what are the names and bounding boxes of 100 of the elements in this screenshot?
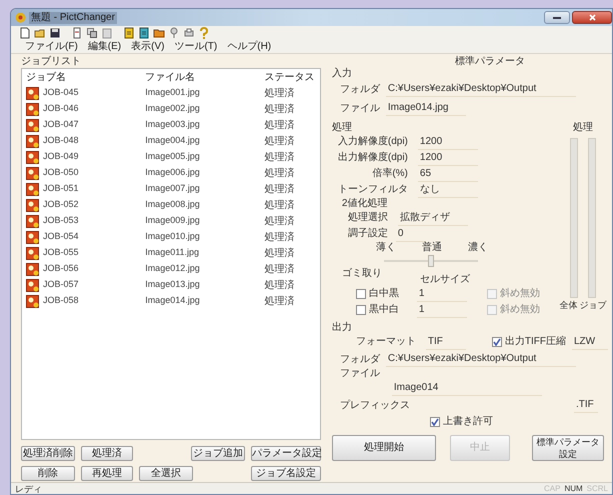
group-title: 標準パラメータ bbox=[454, 56, 525, 68]
minimize-button[interactable] bbox=[544, 11, 570, 24]
job-icon bbox=[26, 118, 39, 132]
menu-item[interactable]: 編集(E) bbox=[88, 40, 122, 52]
input-field[interactable]: 1200 bbox=[418, 134, 478, 150]
field-label: 入力解像度(dpi) bbox=[336, 135, 408, 149]
field-label: フォルダ bbox=[340, 82, 380, 96]
list-row[interactable]: JOB-045 Image001.jpg 処理済 bbox=[22, 85, 320, 101]
table-cell-text: Image013.jpg bbox=[145, 278, 201, 292]
menu-item[interactable]: 表示(V) bbox=[131, 40, 164, 52]
list-row[interactable]: JOB-049 Image005.jpg 処理済 bbox=[22, 149, 320, 165]
push-button[interactable]: 再処理 bbox=[81, 466, 133, 481]
minimize-icon bbox=[553, 16, 561, 20]
document-lines-icon[interactable] bbox=[138, 27, 150, 39]
table-cell-text: 処理済 bbox=[264, 182, 296, 196]
push-button[interactable]: 削除 bbox=[21, 466, 75, 481]
push-button[interactable]: パラメータ設定 bbox=[251, 446, 321, 461]
table-cell-text: JOB-058 bbox=[43, 294, 79, 308]
slider-thumb[interactable] bbox=[428, 255, 434, 267]
list-row[interactable]: JOB-051 Image007.jpg 処理済 bbox=[22, 181, 320, 197]
notes-icon[interactable] bbox=[123, 27, 135, 39]
push-button[interactable]: 処理済 bbox=[81, 446, 133, 461]
pin-icon[interactable] bbox=[168, 27, 180, 39]
close-button[interactable] bbox=[572, 11, 612, 24]
close-icon bbox=[588, 14, 596, 21]
checkbox[interactable] bbox=[430, 417, 440, 427]
job-icon bbox=[26, 198, 39, 212]
list-row[interactable]: JOB-057 Image013.jpg 処理済 bbox=[22, 277, 320, 293]
input-field[interactable]: 1 bbox=[416, 302, 467, 318]
list-row[interactable]: JOB-054 Image010.jpg 処理済 bbox=[22, 229, 320, 245]
input-field[interactable]: .TIF bbox=[574, 398, 598, 413]
column-header[interactable]: ジョブ名 bbox=[26, 70, 146, 84]
input-field[interactable]: C:¥Users¥ezaki¥Desktop¥Output bbox=[386, 82, 576, 97]
list-row[interactable]: JOB-047 Image003.jpg 処理済 bbox=[22, 117, 320, 133]
checkbox[interactable] bbox=[356, 305, 366, 315]
printer-icon[interactable] bbox=[183, 27, 195, 39]
push-button[interactable]: 標準パラメータ設定 bbox=[532, 435, 604, 461]
field-label: フォーマット bbox=[356, 335, 417, 349]
list-row[interactable]: JOB-046 Image002.jpg 処理済 bbox=[22, 101, 320, 117]
table-cell-text: Image014.jpg bbox=[145, 294, 201, 308]
status-indicator: NUM bbox=[564, 484, 583, 494]
field-label: ファイル bbox=[340, 102, 380, 116]
group-title: ジョブリスト bbox=[21, 56, 82, 68]
push-button[interactable]: 全選択 bbox=[139, 466, 193, 481]
input-field[interactable]: 0 bbox=[396, 226, 426, 242]
input-field[interactable]: Image014.jpg bbox=[386, 101, 466, 116]
input-field[interactable]: TIF bbox=[426, 334, 466, 350]
table-cell-text: JOB-046 bbox=[43, 102, 79, 116]
section-title: 処理 bbox=[573, 122, 593, 134]
list-row[interactable]: JOB-048 Image004.jpg 処理済 bbox=[22, 133, 320, 149]
check-icon bbox=[492, 338, 501, 346]
checkbox[interactable] bbox=[486, 305, 497, 315]
field-label: 処理選択 bbox=[346, 211, 388, 225]
list-row[interactable]: JOB-055 Image011.jpg 処理済 bbox=[22, 245, 320, 261]
list-row[interactable]: JOB-050 Image006.jpg 処理済 bbox=[22, 165, 320, 181]
checkbox[interactable] bbox=[492, 337, 502, 347]
input-field[interactable]: Image014 bbox=[392, 381, 542, 396]
table-cell-text: 処理済 bbox=[264, 86, 296, 100]
input-field[interactable]: 拡散ディザ bbox=[398, 210, 468, 226]
field-label: プレフィックス bbox=[340, 398, 410, 412]
input-field[interactable]: 1200 bbox=[418, 150, 478, 166]
job-icon bbox=[26, 214, 39, 228]
input-field[interactable]: C:¥Users¥ezaki¥Desktop¥Output bbox=[386, 352, 576, 367]
checkbox[interactable] bbox=[356, 289, 366, 299]
job-icon bbox=[26, 230, 39, 244]
list-row[interactable]: JOB-056 Image012.jpg 処理済 bbox=[22, 261, 320, 277]
input-field[interactable]: LZW bbox=[572, 334, 608, 350]
table-cell-text: JOB-048 bbox=[43, 134, 79, 148]
document-icon[interactable] bbox=[71, 27, 83, 39]
menu-item[interactable]: ツール(T) bbox=[174, 40, 218, 52]
table-cell-text: Image005.jpg bbox=[145, 150, 201, 164]
input-field[interactable]: なし bbox=[418, 182, 478, 198]
list-row[interactable]: JOB-052 Image008.jpg 処理済 bbox=[22, 197, 320, 213]
section-title: 処理 bbox=[332, 122, 353, 134]
copy-icon[interactable] bbox=[86, 27, 98, 39]
push-button[interactable]: 処理済削除 bbox=[21, 446, 75, 461]
field-label: 白中黒 bbox=[368, 287, 400, 301]
slider-track[interactable] bbox=[384, 254, 478, 268]
menu-item[interactable]: ファイル(F) bbox=[25, 40, 78, 52]
checkbox[interactable] bbox=[486, 289, 497, 299]
menu-item[interactable]: ヘルプ(H) bbox=[227, 40, 272, 52]
job-icon bbox=[26, 166, 39, 180]
check-icon bbox=[430, 418, 439, 426]
column-header[interactable]: ステータス bbox=[264, 70, 320, 84]
job-icon bbox=[26, 134, 39, 148]
job-icon bbox=[26, 294, 39, 308]
save-icon[interactable] bbox=[49, 27, 61, 39]
push-button[interactable]: 処理開始 bbox=[332, 435, 436, 461]
list-row[interactable]: JOB-058 Image014.jpg 処理済 bbox=[22, 293, 320, 309]
list-row[interactable]: JOB-053 Image009.jpg 処理済 bbox=[22, 213, 320, 229]
push-button[interactable]: ジョブ追加 bbox=[191, 446, 245, 461]
job-icon bbox=[26, 86, 39, 100]
input-field[interactable]: 1 bbox=[416, 286, 467, 302]
input-field[interactable]: 65 bbox=[418, 166, 478, 182]
slider-label: 薄く bbox=[376, 242, 396, 254]
field-label: フォルダ bbox=[340, 352, 380, 366]
push-button[interactable]: ジョブ名設定 bbox=[251, 466, 321, 481]
table-cell-text: 処理済 bbox=[264, 278, 296, 292]
field-label: 調子設定 bbox=[346, 227, 388, 241]
column-header[interactable]: ファイル名 bbox=[145, 70, 264, 84]
